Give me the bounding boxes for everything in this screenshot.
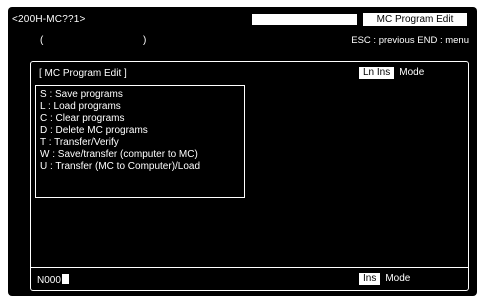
mode-label-bottom: Mode bbox=[385, 273, 411, 284]
panel-title: [ MC Program Edit ] bbox=[39, 68, 127, 79]
line-number: N000 bbox=[37, 275, 61, 286]
mode-label: Mode bbox=[399, 67, 425, 78]
terminal-screen: <200H-MC??1> MC Program Edit ( ) ESC : p… bbox=[8, 7, 477, 296]
text-cursor bbox=[61, 274, 69, 284]
command-menu: S : Save programs L : Load programs C : … bbox=[35, 85, 245, 198]
paren-close: ) bbox=[143, 35, 147, 46]
menu-item-transfer-load[interactable]: U : Transfer (MC to Computer)/Load bbox=[40, 161, 200, 173]
edit-line-bar: N000 Ins Mode bbox=[31, 267, 468, 291]
screen-title: MC Program Edit bbox=[363, 13, 467, 26]
line-insert-mode-indicator: Ln Ins Mode bbox=[359, 67, 424, 79]
status-field bbox=[252, 14, 357, 25]
ins-badge: Ins bbox=[359, 273, 381, 285]
edit-line[interactable]: N000 bbox=[37, 274, 69, 286]
menu-item-clear[interactable]: C : Clear programs bbox=[40, 113, 124, 125]
insert-mode-indicator: Ins Mode bbox=[359, 273, 410, 285]
ln-ins-badge: Ln Ins bbox=[359, 67, 395, 79]
menu-item-save[interactable]: S : Save programs bbox=[40, 89, 123, 101]
menu-item-load[interactable]: L : Load programs bbox=[40, 101, 121, 113]
menu-item-transfer-verify[interactable]: T : Transfer/Verify bbox=[40, 137, 119, 149]
paren-open: ( bbox=[40, 35, 44, 46]
edit-panel: [ MC Program Edit ] Ln Ins Mode S : Save … bbox=[30, 61, 469, 291]
menu-item-delete[interactable]: D : Delete MC programs bbox=[40, 125, 148, 137]
key-hint: ESC : previous END : menu bbox=[351, 35, 469, 46]
menu-item-save-transfer[interactable]: W : Save/transfer (computer to MC) bbox=[40, 149, 198, 161]
device-label: <200H-MC??1> bbox=[12, 14, 86, 25]
